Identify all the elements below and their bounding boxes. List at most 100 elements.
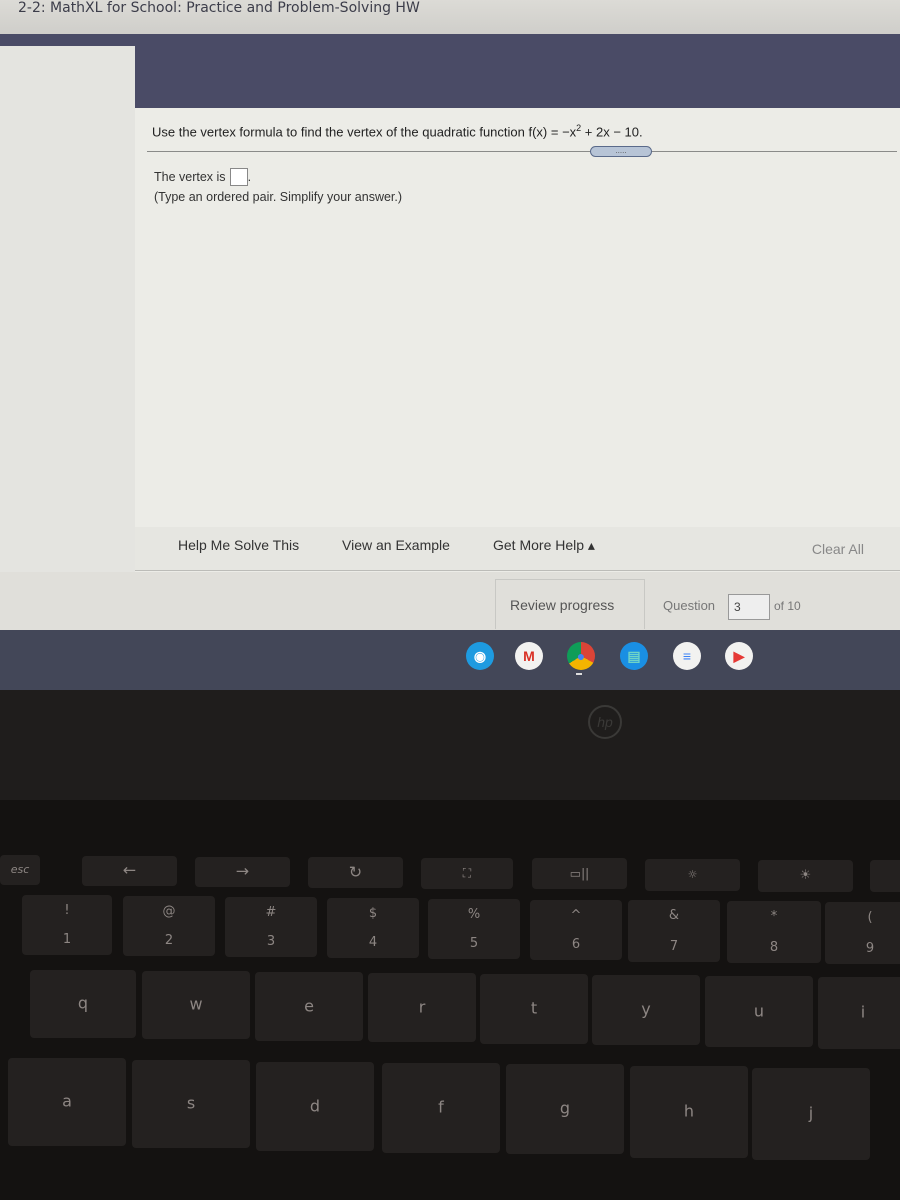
clear-all-button[interactable]: Clear All — [812, 541, 864, 557]
key-shift-label: @ — [162, 904, 176, 919]
vertex-answer-input[interactable] — [229, 168, 248, 186]
key-label: 9 — [865, 941, 875, 956]
key-label: w — [189, 994, 203, 1014]
key-label: 7 — [669, 939, 679, 954]
key-refresh[interactable]: ↻ — [308, 857, 403, 888]
key-brightness-up[interactable]: ☀ — [758, 860, 853, 892]
review-progress-button[interactable]: Review progress — [495, 579, 645, 629]
files-app-icon[interactable]: ▤ — [620, 642, 648, 670]
key-g[interactable]: g — [506, 1064, 624, 1154]
key-4[interactable]: $4 — [327, 898, 419, 958]
question-label: Question — [663, 598, 716, 613]
chrome-app-icon[interactable]: ● — [567, 642, 595, 670]
key-d[interactable]: d — [256, 1062, 374, 1151]
key-label: 4 — [368, 935, 378, 950]
screen: 2-2: MathXL for School: Practice and Pro… — [0, 0, 900, 690]
key-shift-label: ^ — [570, 908, 582, 923]
left-panel — [0, 46, 135, 631]
key-brightness-down[interactable]: ☼ — [645, 859, 740, 891]
key-s[interactable]: s — [132, 1060, 250, 1148]
key-a[interactable]: a — [8, 1058, 126, 1146]
key-f[interactable]: f — [382, 1063, 500, 1153]
help-bar: Help Me Solve This View an Example Get M… — [135, 527, 900, 571]
answer-label: The vertex is — [154, 170, 226, 184]
question-total: of 10 — [774, 599, 801, 613]
key-9[interactable]: (9 — [825, 902, 900, 964]
key-label: 8 — [769, 940, 779, 955]
key-1[interactable]: ! 1 — [22, 895, 112, 955]
help-me-solve-this-button[interactable]: Help Me Solve This — [178, 537, 299, 553]
key-8[interactable]: * 8 — [727, 901, 821, 963]
key-esc[interactable]: esc — [0, 855, 40, 885]
question-number-input[interactable]: 3 — [728, 594, 770, 620]
chrome-icon: ● — [576, 648, 586, 664]
key-h[interactable]: h — [630, 1066, 748, 1158]
key-label: 3 — [266, 934, 276, 949]
brightness-up-icon: ☀ — [799, 867, 812, 883]
question-text: Use the vertex formula to find the verte… — [152, 123, 643, 139]
laptop-bezel — [0, 690, 900, 800]
key-r[interactable]: r — [368, 973, 476, 1042]
expand-button[interactable]: ..... — [590, 146, 652, 157]
key-label: 5 — [469, 936, 479, 951]
key-3[interactable]: #3 — [225, 897, 317, 957]
key-j[interactable]: j — [752, 1068, 870, 1160]
accessibility-app-icon[interactable]: ◉ — [466, 642, 494, 670]
docs-icon: ≡ — [682, 648, 692, 664]
key-t[interactable]: t — [480, 974, 588, 1044]
key-label: u — [753, 1001, 765, 1021]
key-y[interactable]: y — [592, 975, 700, 1045]
window-title-bar: 2-2: MathXL for School: Practice and Pro… — [0, 0, 900, 34]
question-suffix: + 2x − 10. — [581, 124, 643, 140]
key-label: 6 — [571, 937, 581, 952]
key-6[interactable]: ^ 6 — [530, 900, 622, 960]
view-an-example-button[interactable]: View an Example — [342, 537, 450, 553]
key-5[interactable]: % 5 — [428, 899, 520, 959]
key-back[interactable]: ← — [82, 856, 177, 886]
answer-period: . — [247, 170, 252, 184]
key-overview[interactable]: ▭|| — [532, 858, 627, 889]
key-fullscreen[interactable]: ⛶ — [421, 858, 513, 889]
key-7[interactable]: & 7 — [628, 900, 720, 962]
docs-app-icon[interactable]: ≡ — [673, 642, 701, 670]
hp-logo: hp — [588, 705, 622, 739]
key-label: t — [530, 998, 538, 1018]
gmail-app-icon[interactable]: M — [515, 642, 543, 670]
youtube-icon: ▶ — [733, 647, 745, 664]
gmail-icon: M — [523, 648, 535, 664]
key-shift-label: # — [265, 905, 277, 920]
chromeos-shelf: ◉ M ● ▤ ≡ ▶ — [0, 630, 900, 690]
divider — [147, 151, 897, 152]
key-label: q — [77, 993, 89, 1013]
key-shift-label: ! — [64, 903, 70, 918]
key-label: a — [62, 1091, 72, 1111]
window-title: 2-2: MathXL for School: Practice and Pro… — [18, 0, 420, 16]
folder-icon: ▤ — [627, 647, 641, 664]
get-more-help-button[interactable]: Get More Help ▴ — [493, 537, 595, 554]
keyboard: esc ← → ↻ ⛶ ▭|| ☼ ☀ ! 1 @2 #3 $4 % 5 ^ 6 & 7… — [0, 800, 900, 1200]
key-label: s — [186, 1093, 196, 1113]
key-label: 1 — [62, 932, 72, 947]
key-shift-label: $ — [368, 906, 378, 921]
key-label: j — [808, 1103, 814, 1123]
youtube-app-icon[interactable]: ▶ — [725, 642, 753, 670]
key-shift-label: ( — [867, 910, 873, 925]
key-volume[interactable] — [870, 860, 900, 892]
key-e[interactable]: e — [255, 972, 363, 1041]
key-2[interactable]: @2 — [123, 896, 215, 956]
eye-icon: ◉ — [473, 647, 487, 664]
answer-line: The vertex is . — [154, 168, 251, 186]
key-q[interactable]: q — [30, 970, 136, 1038]
key-w[interactable]: w — [142, 971, 250, 1039]
key-label: 2 — [164, 933, 174, 948]
key-label: h — [683, 1101, 695, 1121]
header-band — [0, 34, 900, 108]
forward-arrow-icon: → — [235, 861, 250, 881]
key-shift-label: % — [467, 907, 481, 922]
key-forward[interactable]: → — [195, 857, 290, 887]
key-label: y — [641, 999, 651, 1019]
key-u[interactable]: u — [705, 976, 813, 1047]
overview-icon: ▭|| — [569, 865, 590, 880]
brightness-down-icon: ☼ — [687, 867, 698, 881]
key-i[interactable]: i — [818, 977, 900, 1049]
